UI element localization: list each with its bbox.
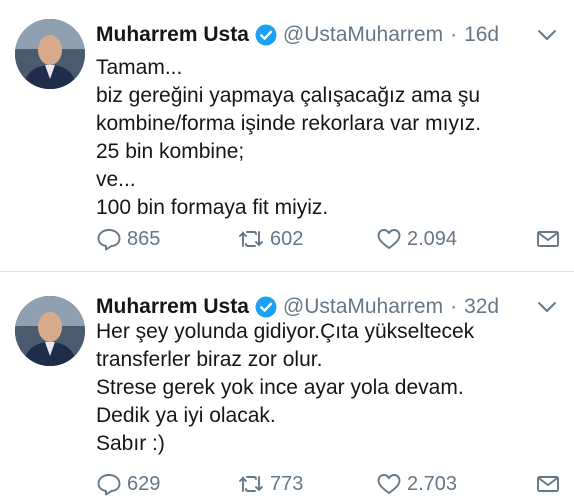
tweet-text-line: Tamam... (96, 56, 183, 79)
direct-message-icon (536, 229, 560, 249)
author-name[interactable]: Muharrem Usta (96, 295, 249, 319)
retweet-icon (237, 473, 265, 495)
like-icon (376, 227, 402, 251)
like-button[interactable]: 2.703 (376, 469, 457, 499)
retweet-button[interactable]: 602 (237, 224, 303, 254)
tweet-header: Muharrem Usta @UstaMuharrem · 16d (96, 21, 499, 49)
author-name[interactable]: Muharrem Usta (96, 23, 249, 47)
chevron-down-icon[interactable] (537, 300, 557, 314)
reply-button[interactable]: 865 (96, 224, 160, 254)
retweet-count: 602 (270, 227, 304, 250)
avatar[interactable] (15, 296, 85, 366)
tweet-text-line: 100 bin formaya fit miyiz. (96, 196, 329, 219)
tweet-text-line: 25 bin kombine; (96, 140, 245, 163)
tweet-actions: 629 773 2.703 (96, 469, 566, 499)
verified-badge-icon (255, 296, 277, 318)
retweet-icon (237, 228, 265, 250)
tweet-text-line: kombine/forma işinde rekorlara var mıyız… (96, 112, 482, 135)
chevron-down-icon[interactable] (537, 28, 557, 42)
timestamp[interactable]: 32d (464, 295, 499, 319)
like-icon (376, 472, 402, 496)
like-count: 2.703 (407, 472, 458, 495)
timestamp[interactable]: 16d (464, 23, 499, 47)
tweet[interactable]: Muharrem Usta @UstaMuharrem · 32d Her şe… (0, 273, 574, 500)
tweet-text: Her şey yolunda gidiyor.Çıta yükseltecek… (96, 318, 556, 458)
verified-badge-icon (255, 24, 277, 46)
avatar[interactable] (15, 19, 85, 89)
tweet-text: Tamam... biz gereğini yapmaya çalışacağı… (96, 54, 556, 222)
retweet-count: 773 (270, 472, 304, 495)
tweet-header: Muharrem Usta @UstaMuharrem · 32d (96, 293, 499, 321)
reply-count: 629 (127, 472, 161, 495)
author-handle[interactable]: @UstaMuharrem (283, 23, 443, 47)
tweet[interactable]: Muharrem Usta @UstaMuharrem · 16d Tamam.… (0, 0, 574, 272)
direct-message-button[interactable] (536, 469, 560, 499)
retweet-button[interactable]: 773 (237, 469, 303, 499)
reply-icon (96, 227, 122, 251)
tweet-text-line: biz gereğini yapmaya çalışacağız ama şu (96, 84, 481, 107)
reply-icon (96, 472, 122, 496)
reply-count: 865 (127, 227, 161, 250)
separator-dot: · (450, 295, 458, 318)
tweet-text-line: Dedik ya iyi olacak. (96, 404, 276, 427)
tweet-divider (0, 271, 574, 272)
tweet-text-line: transferler biraz zor olur. (96, 348, 323, 371)
direct-message-icon (536, 474, 560, 494)
tweet-text-line: Sabır :) (96, 432, 165, 455)
tweet-text-line: Strese gerek yok ince ayar yola devam. (96, 376, 464, 399)
separator-dot: · (450, 23, 458, 46)
tweet-text-line: Her şey yolunda gidiyor.Çıta yükseltecek (96, 320, 475, 343)
reply-button[interactable]: 629 (96, 469, 160, 499)
like-count: 2.094 (407, 227, 458, 250)
tweet-actions: 865 602 2.094 (96, 224, 566, 254)
like-button[interactable]: 2.094 (376, 224, 457, 254)
tweet-text-line: ve... (96, 168, 136, 191)
author-handle[interactable]: @UstaMuharrem (283, 295, 443, 319)
direct-message-button[interactable] (536, 224, 560, 254)
